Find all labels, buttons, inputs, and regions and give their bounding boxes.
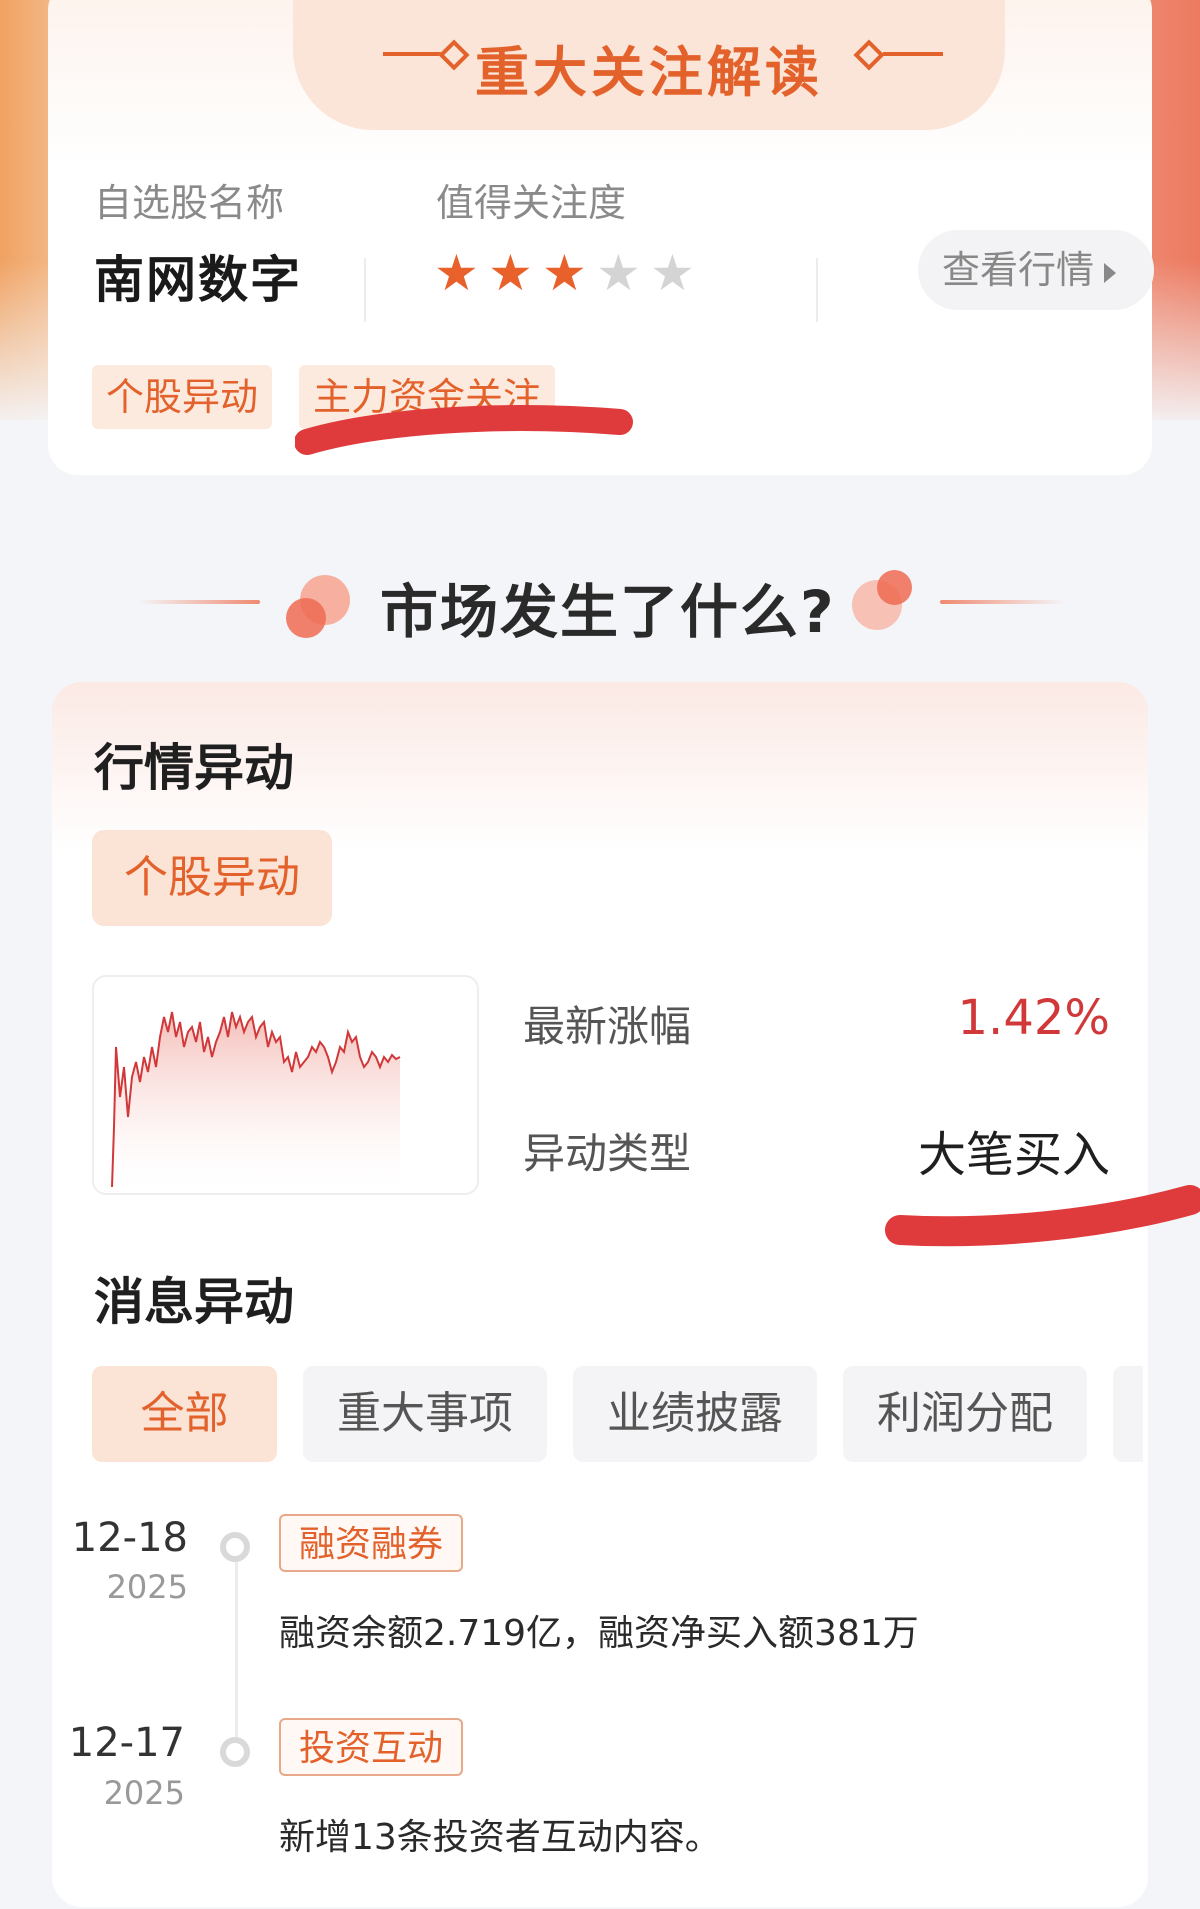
latest-change-value: 1.42% [957, 990, 1110, 1046]
tab-overflow[interactable] [1113, 1366, 1143, 1462]
red-underline-mark [885, 1185, 1200, 1247]
attention-label: 值得关注度 [436, 181, 627, 225]
tab-all[interactable]: 全部 [92, 1366, 277, 1462]
news-date: 12-18 [71, 1515, 188, 1561]
news-text[interactable]: 融资余额2.719亿，融资净买入额381万 [279, 1604, 919, 1656]
news-tag[interactable]: 融资融券 [279, 1514, 464, 1572]
intraday-sparkline [111, 1011, 401, 1188]
timeline-line [235, 1560, 238, 1750]
market-tag[interactable]: 个股异动 [92, 830, 332, 926]
heading-left-line [138, 600, 260, 604]
intraday-chart[interactable] [92, 975, 479, 1195]
star-empty-icon: ★ [650, 244, 695, 302]
heading-bubble [877, 570, 912, 605]
focus-title-tab: 重大关注解读 [293, 0, 1005, 130]
market-heading: 行情异动 [94, 739, 294, 797]
tab-earnings[interactable]: 业绩披露 [573, 1366, 817, 1462]
heading-bubble [286, 598, 326, 638]
star-filled-icon: ★ [488, 244, 533, 302]
star-empty-icon: ★ [596, 244, 641, 302]
news-tag[interactable]: 投资互动 [279, 1718, 464, 1776]
red-underline-mark [295, 405, 633, 455]
timeline-dot [220, 1532, 250, 1562]
anomaly-type-label: 异动类型 [523, 1129, 692, 1178]
section-title: 市场发生了什么? [380, 578, 836, 646]
stock-name-label: 自选股名称 [94, 181, 285, 225]
news-year: 2025 [103, 1774, 185, 1812]
star-filled-icon: ★ [542, 244, 587, 302]
view-quote-button[interactable]: 查看行情 [918, 230, 1154, 310]
tab-major-events[interactable]: 重大事项 [303, 1366, 547, 1462]
timeline-dot [220, 1737, 250, 1767]
star-filled-icon: ★ [434, 244, 479, 302]
title-right-line [883, 52, 943, 56]
news-text[interactable]: 新增13条投资者互动内容。 [279, 1808, 721, 1860]
news-heading: 消息异动 [94, 1273, 294, 1331]
caret-right-icon [1104, 262, 1117, 283]
divider [816, 258, 818, 322]
heading-right-line [940, 600, 1065, 604]
stock-name[interactable]: 南网数字 [94, 240, 302, 312]
news-year: 2025 [106, 1568, 188, 1606]
tag-stock-anomaly[interactable]: 个股异动 [92, 365, 273, 429]
focus-title: 重大关注解读 [475, 41, 823, 104]
tab-profit-distribution[interactable]: 利润分配 [843, 1366, 1087, 1462]
latest-change-label: 最新涨幅 [523, 1002, 692, 1051]
divider [364, 258, 366, 322]
view-quote-label: 查看行情 [942, 248, 1095, 292]
news-date: 12-17 [68, 1720, 185, 1766]
